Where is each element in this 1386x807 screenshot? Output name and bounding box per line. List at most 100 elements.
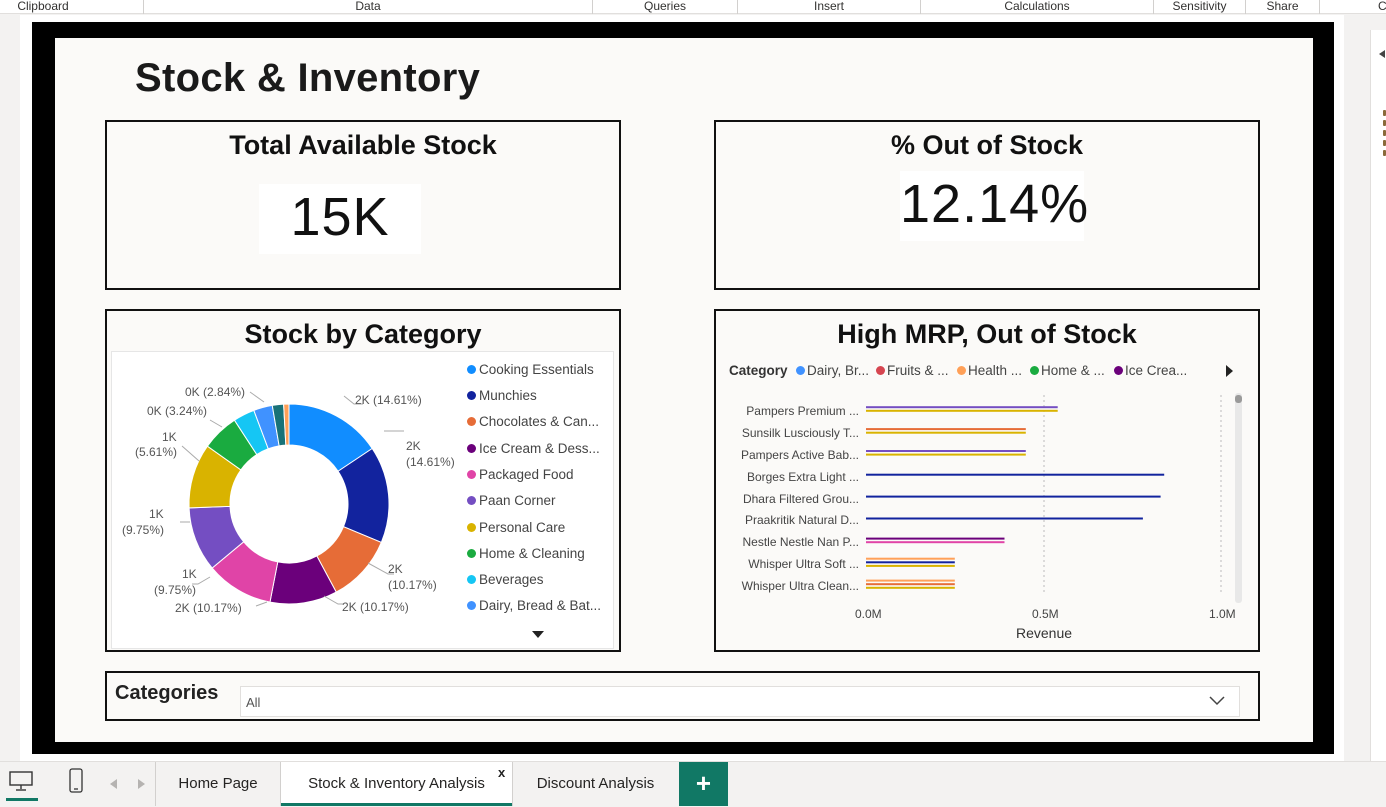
slicer-dropdown[interactable]: All [240,686,1240,717]
legend-item[interactable]: Health ... [957,363,1022,378]
bar[interactable] [866,406,1058,409]
legend-dot [467,417,476,426]
data-label: 2K [406,439,421,453]
collapse-arrow-icon[interactable] [1379,50,1385,58]
data-label: (9.75%) [122,523,164,537]
bar[interactable] [866,428,1026,431]
bar[interactable] [866,579,955,582]
legend-item[interactable]: Ice Crea... [1114,363,1187,378]
x-axis-title: Revenue [1016,625,1073,641]
bar[interactable] [866,557,955,560]
data-label: (14.61%) [406,455,455,469]
bar[interactable] [866,495,1161,498]
tab-stock-inventory-analysis[interactable]: Stock & Inventory Analysis [281,762,512,806]
bar[interactable] [866,564,955,567]
data-label: 0K (3.24%) [147,404,207,418]
legend-dot [957,366,966,375]
page-tab-bar: Home Page Stock & Inventory Analysis x D… [0,761,1386,807]
ribbon-group-share[interactable]: Share [1246,0,1319,14]
legend-scroll-down-icon[interactable] [532,631,544,639]
legend-dot [467,575,476,584]
ribbon-group-queries[interactable]: Queries [593,0,737,14]
bar[interactable] [866,431,1026,434]
legend-item[interactable]: Paan Corner [467,493,556,508]
legend-label: Beverages [479,572,544,587]
y-axis-label: Nestle Nestle Nan P... [742,535,859,549]
legend-item[interactable]: Dairy, Br... [796,363,869,378]
legend-item[interactable]: Beverages [467,572,544,587]
legend-dot [467,601,476,610]
bar[interactable] [866,517,1143,520]
bar[interactable] [866,583,955,586]
x-tick: 0.5M [1032,607,1059,621]
data-label: 1K [162,430,177,444]
scrollbar-thumb[interactable] [1235,395,1242,403]
scroll-left-icon[interactable] [110,779,118,789]
bar-chart-plot[interactable] [866,393,1246,603]
donut-chart[interactable]: 2K (14.61%) 2K (14.61%) 2K (10.17%) 2K (… [112,352,457,648]
ribbon-group-sensitivity[interactable]: Sensitivity [1154,0,1245,14]
y-axis: Pampers Premium ... Sunsilk Lusciously T… [716,401,859,601]
ribbon-group-insert[interactable]: Insert [738,0,920,14]
ribbon-group-c[interactable]: C [1378,0,1386,14]
legend-item[interactable]: Ice Cream & Dess... [467,441,600,456]
ribbon-group-calculations[interactable]: Calculations [921,0,1153,14]
legend-item[interactable]: Chocolates & Can... [467,414,599,429]
kpi-value: 15K [290,187,390,247]
legend-label: Fruits & ... [887,363,949,378]
bar[interactable] [866,409,1058,412]
mobile-view-icon[interactable] [68,768,84,794]
scrollbar-track[interactable] [1235,393,1242,603]
legend-label: Cooking Essentials [479,362,594,377]
leader-line [249,391,265,403]
legend-label: Munchies [479,388,537,403]
legend-item[interactable]: Home & ... [1030,363,1105,378]
bar[interactable] [866,537,1005,540]
bar[interactable] [866,561,955,564]
legend-dot [1114,366,1123,375]
data-label: 0K (2.84%) [185,385,245,399]
legend-label: Dairy, Br... [807,363,870,378]
legend-item[interactable]: Home & Cleaning [467,546,585,561]
report-page: Stock & Inventory Total Available Stock … [32,22,1334,754]
legend-label: Ice Cream & Dess... [479,441,600,456]
donut-chart-card[interactable]: Stock by Category 2K (14.61%) 2K (14.61%… [105,309,621,652]
legend-next-icon[interactable] [1226,365,1234,377]
add-page-button[interactable]: + [679,762,728,806]
bar[interactable] [866,450,1026,452]
tab-home-page[interactable]: Home Page [156,762,280,806]
legend-dot [467,391,476,400]
bar-chart-card[interactable]: High MRP, Out of Stock Category Dairy, B… [714,309,1260,652]
ribbon-separator [1319,0,1320,14]
category-slicer[interactable]: Categories All [105,671,1260,721]
legend-dot [1030,366,1039,375]
legend-dot [467,549,476,558]
desktop-view-icon[interactable] [8,770,34,792]
ribbon-group-data[interactable]: Data [144,0,592,14]
bar[interactable] [866,473,1165,476]
kpi-card-out-of-stock[interactable]: % Out of Stock 12.14% [714,120,1260,290]
legend-item[interactable]: Cooking Essentials [467,362,594,377]
bar[interactable] [866,453,1026,456]
chart-title: High MRP, Out of Stock [837,319,1137,349]
data-label: 2K [388,562,403,576]
bar[interactable] [866,541,1005,544]
chevron-down-icon[interactable] [1209,696,1225,706]
legend-label: Paan Corner [479,493,556,508]
scroll-right-icon[interactable] [138,779,146,789]
legend-label: Health ... [968,363,1023,378]
legend-item[interactable]: Fruits & ... [876,363,949,378]
close-tab-icon[interactable]: x [498,765,505,780]
slicer-value: All [246,695,261,710]
tab-discount-analysis[interactable]: Discount Analysis [513,762,678,806]
data-label: 2K (10.17%) [342,600,409,614]
legend-item[interactable]: Packaged Food [467,467,574,482]
legend-item[interactable]: Dairy, Bread & Bat... [467,598,601,613]
legend-item[interactable]: Personal Care [467,520,565,535]
legend-label: Packaged Food [479,467,574,482]
legend-dot [876,366,885,375]
ribbon-group-clipboard[interactable]: Clipboard [0,0,86,14]
legend-item[interactable]: Munchies [467,388,537,403]
bar[interactable] [866,586,955,589]
kpi-card-total-stock[interactable]: Total Available Stock 15K [105,120,621,290]
